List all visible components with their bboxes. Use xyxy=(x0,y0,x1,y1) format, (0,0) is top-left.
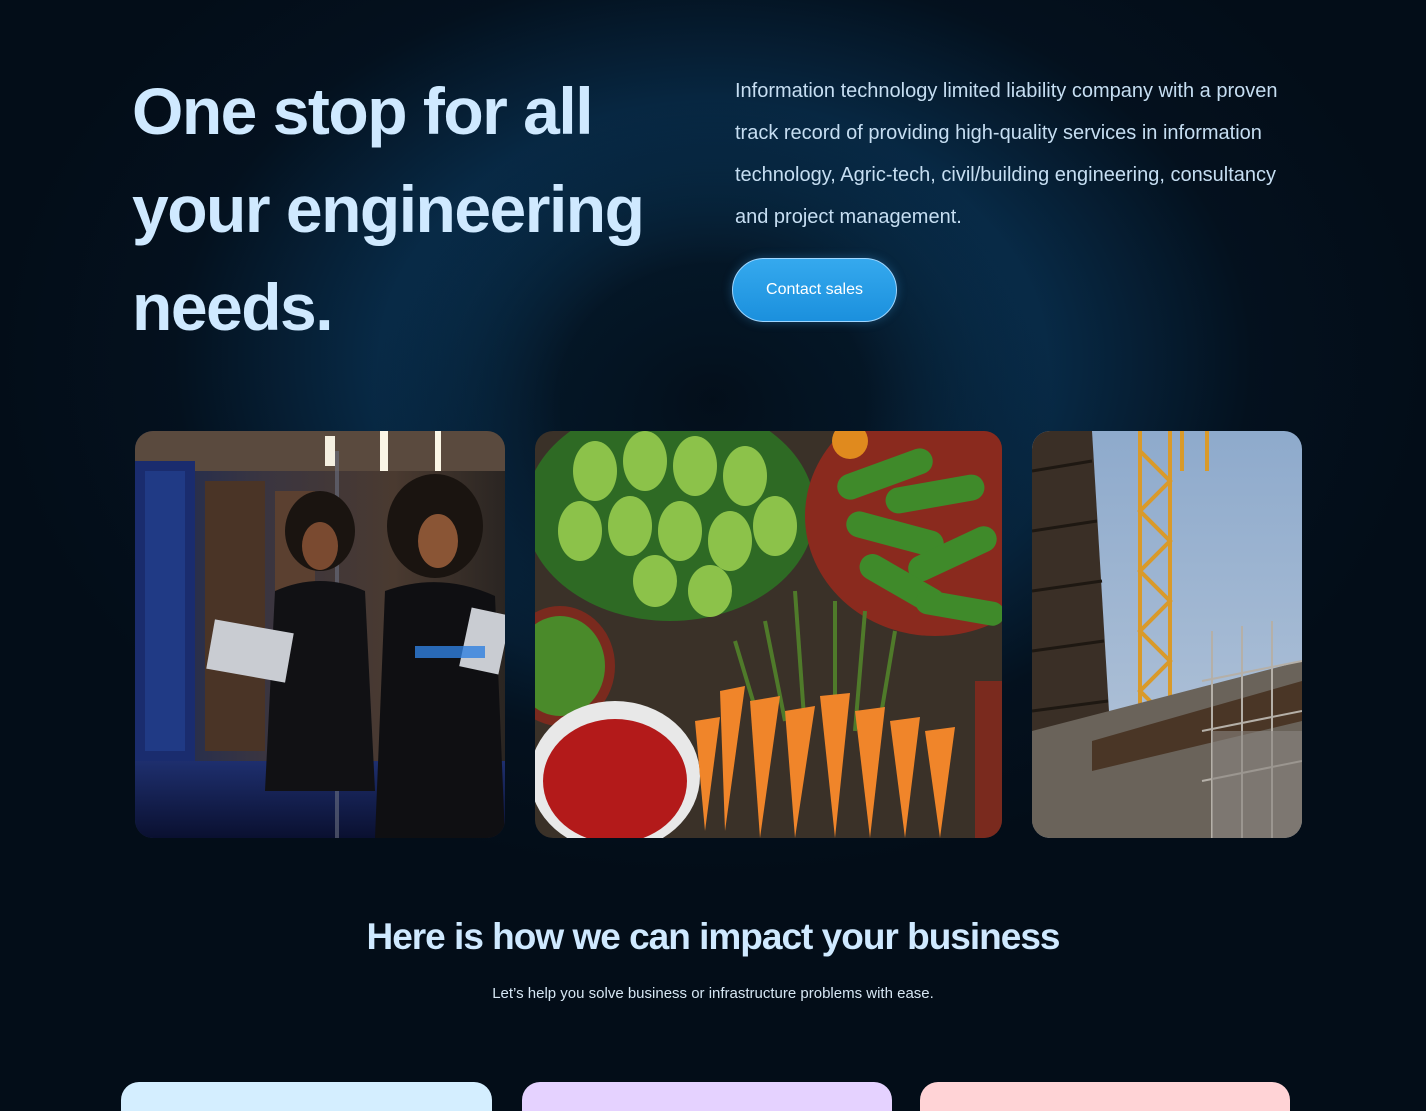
gallery-image-agric xyxy=(535,431,1002,838)
impact-subtitle: Let’s help you solve business or infrast… xyxy=(492,985,934,1002)
gallery-image-it xyxy=(135,431,505,838)
service-card-2 xyxy=(522,1082,892,1111)
contact-sales-button[interactable]: Contact sales xyxy=(732,258,897,322)
gallery-image-construction xyxy=(1032,431,1302,838)
service-card-1 xyxy=(121,1082,492,1111)
construction-photo xyxy=(1032,431,1302,838)
hero-description: Information technology limited liability… xyxy=(735,80,1278,228)
hero-title: One stop for all your engineering needs. xyxy=(132,74,645,344)
landing-page: One stop for all your engineering needs.… xyxy=(0,0,1426,1111)
vegetables-photo xyxy=(535,431,1002,838)
impact-title: Here is how we can impact your business xyxy=(366,916,1060,957)
server-room-photo xyxy=(135,431,505,838)
service-card-3 xyxy=(920,1082,1290,1111)
